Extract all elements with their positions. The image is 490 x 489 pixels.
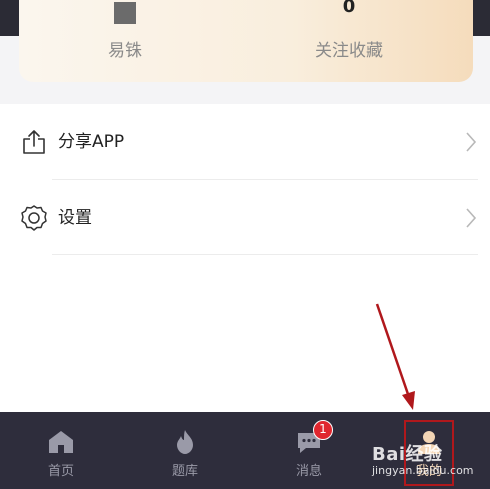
menu-item-settings-label: 设置 (58, 208, 92, 228)
tab-home-label: 首页 (47, 464, 74, 479)
tab-messages[interactable]: 1 消息 (260, 412, 358, 489)
profile-stats-card: 易铢 0 关注收藏 (19, 0, 473, 82)
chevron-right-icon (466, 132, 477, 152)
stat-yizhu[interactable]: 易铢 (85, 0, 165, 63)
stat-favorites-value: 0 (342, 0, 356, 17)
baidu-jingyan-watermark: Bai经验 jingyan.baidu.com (370, 440, 490, 486)
menu-item-settings[interactable]: 设置 (0, 180, 490, 255)
chevron-right-icon (466, 208, 477, 228)
tab-home[interactable]: 首页 (12, 412, 110, 489)
stat-yizhu-placeholder-icon (114, 2, 136, 24)
stat-favorites-label: 关注收藏 (315, 41, 383, 61)
menu-divider (52, 254, 478, 255)
stat-yizhu-label: 易铢 (108, 41, 142, 61)
home-icon (49, 431, 73, 453)
menu-item-share-app[interactable]: 分享APP (0, 104, 490, 179)
tab-question-bank[interactable]: 题库 (136, 412, 234, 489)
message-count-badge: 1 (313, 420, 333, 440)
tab-question-bank-label: 题库 (171, 464, 198, 479)
menu-item-share-app-label: 分享APP (58, 132, 125, 152)
watermark-logo: Bai经验 (372, 444, 443, 465)
watermark-url: jingyan.baidu.com (372, 464, 474, 477)
flame-icon (177, 430, 193, 454)
gear-icon (21, 205, 47, 231)
settings-menu: 分享APP 设置 (0, 104, 490, 412)
stat-favorites[interactable]: 0 关注收藏 (289, 0, 409, 63)
share-icon (23, 130, 45, 154)
tab-messages-label: 消息 (295, 464, 322, 479)
